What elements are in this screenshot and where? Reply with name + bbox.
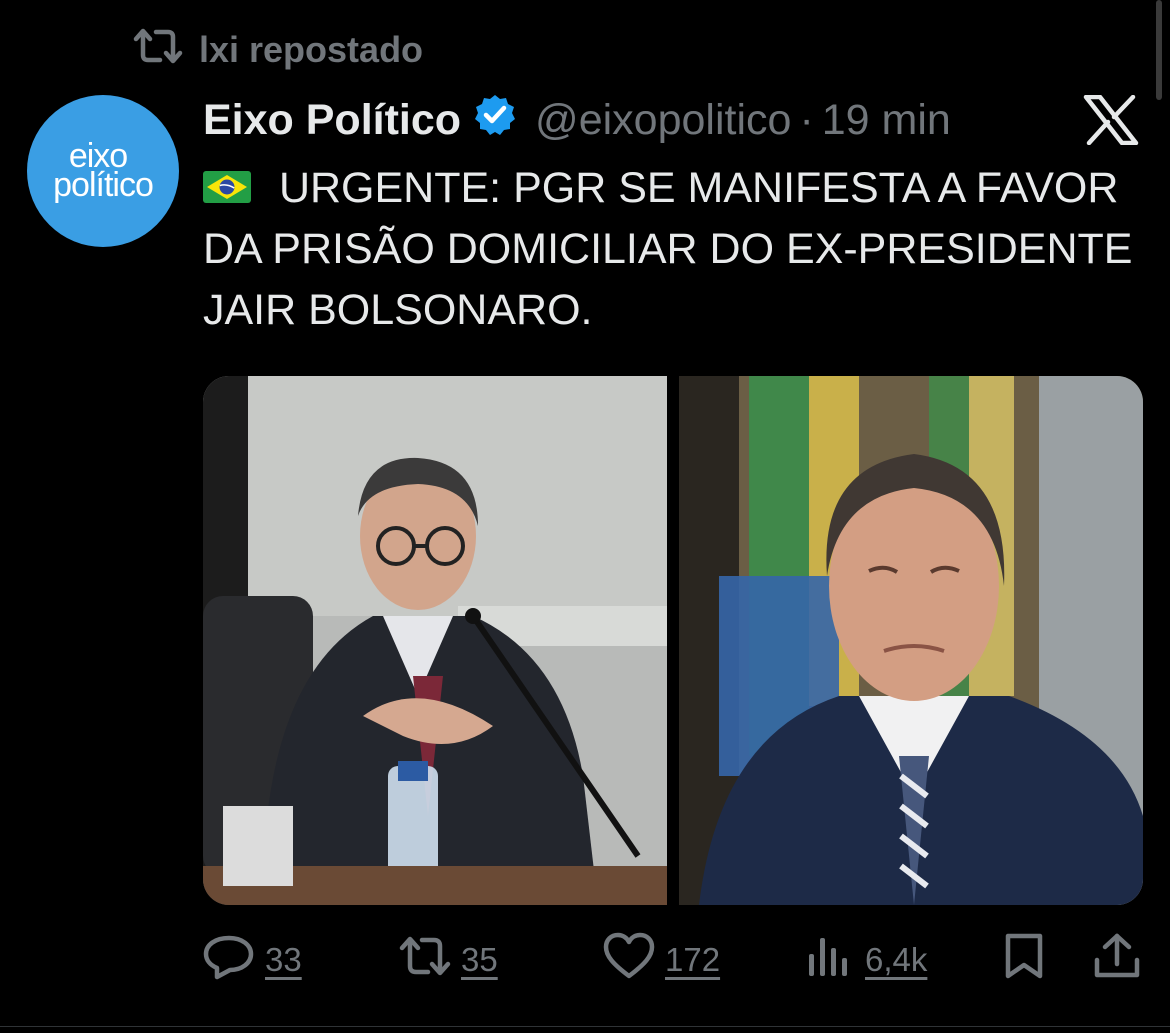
bookmark-icon <box>998 932 1050 988</box>
reply-count: 33 <box>265 941 302 978</box>
verified-badge-icon[interactable] <box>461 93 535 148</box>
post-header: Eixo Político @eixopolitico · 19 min <box>203 94 951 146</box>
scrollbar[interactable] <box>1156 0 1162 100</box>
avatar-text-line2: político <box>53 166 154 204</box>
like-button[interactable]: 172 <box>603 932 720 988</box>
repost-icon <box>133 27 183 74</box>
author-handle[interactable]: @eixopolitico <box>535 96 791 145</box>
post-screen: lxi repostado eixo político Eixo Polític… <box>0 0 1170 1033</box>
avatar[interactable]: eixo político <box>27 95 179 247</box>
media-grid[interactable] <box>203 376 1143 905</box>
share-button[interactable] <box>1091 932 1143 988</box>
repost-icon <box>399 932 451 988</box>
media-photo-right[interactable] <box>679 376 1143 905</box>
like-count: 172 <box>665 941 721 978</box>
views-button[interactable]: 6,4k <box>803 932 927 988</box>
brazil-flag-icon <box>203 164 279 212</box>
separator-dot: · <box>799 95 814 144</box>
action-bar: 33 35 172 6,4k <box>203 932 1143 988</box>
bookmark-button[interactable] <box>998 932 1050 988</box>
photo-man-suit-flag-background <box>679 376 1143 905</box>
views-chart-icon <box>803 932 855 988</box>
post-timestamp[interactable]: 19 min <box>822 96 951 145</box>
repost-count: 35 <box>461 941 498 978</box>
share-icon <box>1091 932 1143 988</box>
heart-icon <box>603 932 655 988</box>
post-text-content: URGENTE: PGR SE MANIFESTA A FAVOR DA PRI… <box>203 164 1133 334</box>
reply-icon <box>203 932 255 988</box>
x-logo-icon[interactable] <box>1083 94 1139 146</box>
divider <box>0 1026 1170 1027</box>
post-text: URGENTE: PGR SE MANIFESTA A FAVOR DA PRI… <box>203 158 1153 341</box>
repost-context[interactable]: lxi repostado <box>133 26 423 74</box>
photo-man-glasses-at-desk <box>203 376 667 905</box>
reply-button[interactable]: 33 <box>203 932 302 988</box>
media-photo-left[interactable] <box>203 376 667 905</box>
repost-label: lxi repostado <box>199 29 424 70</box>
repost-button[interactable]: 35 <box>399 932 498 988</box>
author-name[interactable]: Eixo Político <box>203 96 461 145</box>
views-count: 6,4k <box>865 941 928 978</box>
